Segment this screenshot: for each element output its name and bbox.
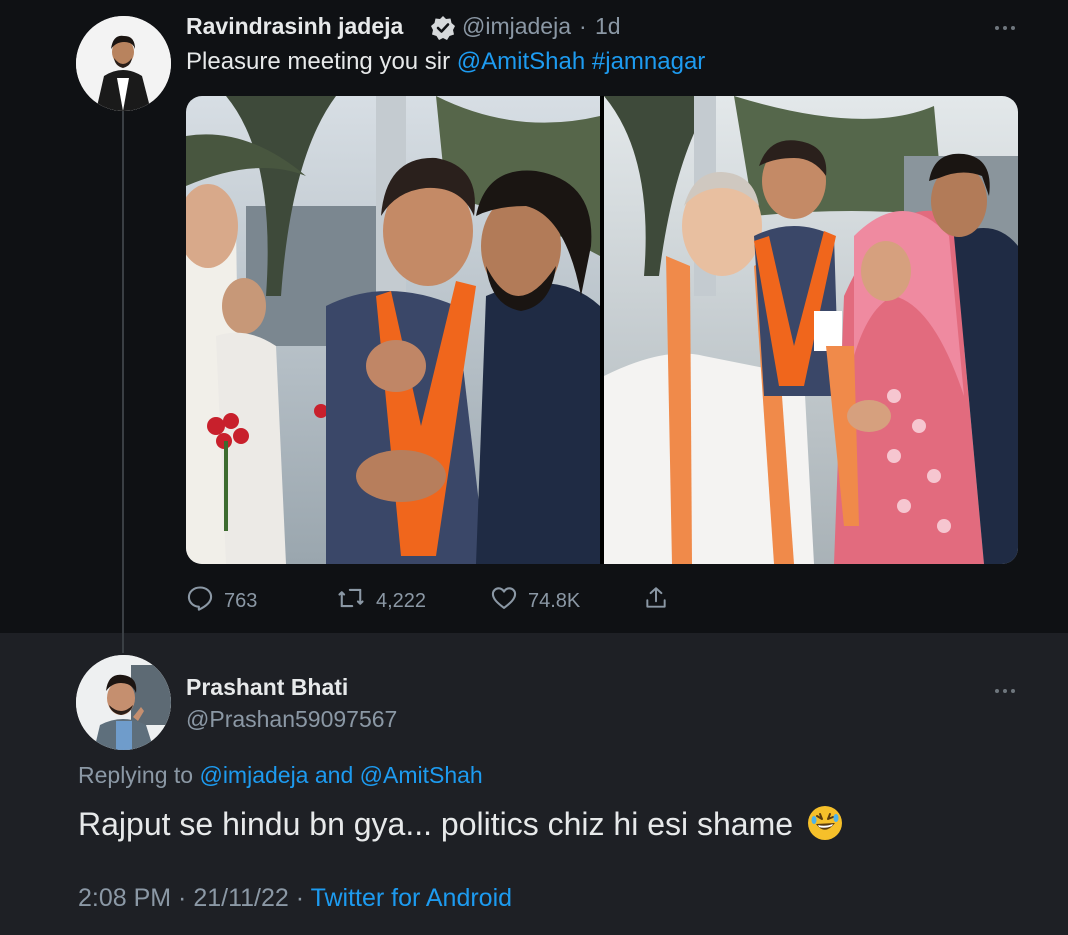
reply-meta: 2:08 PM · 21/11/22 · Twitter for Android bbox=[78, 884, 512, 913]
replying-user-link[interactable]: @AmitShah bbox=[360, 762, 483, 788]
more-horizontal-icon[interactable] bbox=[994, 15, 1016, 38]
reply-text: Rajput se hindu bn gya... politics chiz … bbox=[78, 806, 842, 843]
meta-separator: · bbox=[171, 884, 194, 912]
replying-to: Replying to @imjadeja and @AmitShah bbox=[78, 762, 483, 789]
more-horizontal-icon[interactable] bbox=[994, 678, 1016, 701]
reply-button[interactable]: 763 bbox=[186, 584, 257, 618]
reply-author-name[interactable]: Prashant Bhati bbox=[186, 674, 348, 701]
replying-prefix: Replying to bbox=[78, 762, 200, 788]
verified-badge-icon bbox=[430, 15, 456, 41]
replying-user-link[interactable]: @imjadeja bbox=[199, 762, 308, 788]
reply-date[interactable]: 21/11/22 bbox=[193, 884, 288, 912]
author-avatar[interactable] bbox=[76, 16, 171, 111]
heart-icon bbox=[490, 584, 528, 618]
tweet-media[interactable] bbox=[186, 96, 1018, 564]
reply-icon bbox=[186, 584, 224, 618]
like-count: 74.8K bbox=[528, 589, 581, 612]
reply-source[interactable]: Twitter for Android bbox=[311, 884, 512, 912]
reply-time[interactable]: 2:08 PM bbox=[78, 884, 171, 912]
share-button[interactable] bbox=[643, 584, 679, 618]
hashtag-link[interactable]: #jamnagar bbox=[592, 48, 705, 75]
author-name[interactable]: Ravindrasinh jadeja bbox=[186, 13, 403, 40]
reply-author-handle[interactable]: @Prashan59097567 bbox=[186, 706, 397, 733]
retweet-count: 4,222 bbox=[376, 589, 427, 612]
photo-divider bbox=[600, 96, 604, 564]
meta-separator: · bbox=[288, 884, 311, 912]
reply-author-avatar[interactable] bbox=[76, 655, 171, 750]
share-icon bbox=[643, 584, 679, 618]
tweet-text: Pleasure meeting you sir @AmitShah #jamn… bbox=[186, 48, 705, 76]
reply-count: 763 bbox=[224, 589, 258, 612]
retweet-button[interactable]: 4,222 bbox=[336, 584, 426, 618]
replying-and: and bbox=[308, 762, 360, 788]
thread-connector-line bbox=[122, 108, 124, 653]
mention-link[interactable]: @AmitShah bbox=[457, 48, 585, 75]
rolling-on-floor-laughing-emoji bbox=[807, 806, 842, 840]
photo-1[interactable] bbox=[186, 96, 600, 564]
tweet-time[interactable]: 1d bbox=[595, 13, 621, 40]
reply-text-body: Rajput se hindu bn gya... politics chiz … bbox=[78, 806, 794, 842]
photo-2[interactable] bbox=[604, 96, 1018, 564]
retweet-icon bbox=[336, 584, 376, 618]
author-handle[interactable]: @imjadeja bbox=[462, 13, 571, 40]
separator-dot: · bbox=[579, 13, 587, 39]
like-button[interactable]: 74.8K bbox=[490, 584, 580, 618]
tweet-text-body: Pleasure meeting you sir bbox=[186, 48, 457, 75]
